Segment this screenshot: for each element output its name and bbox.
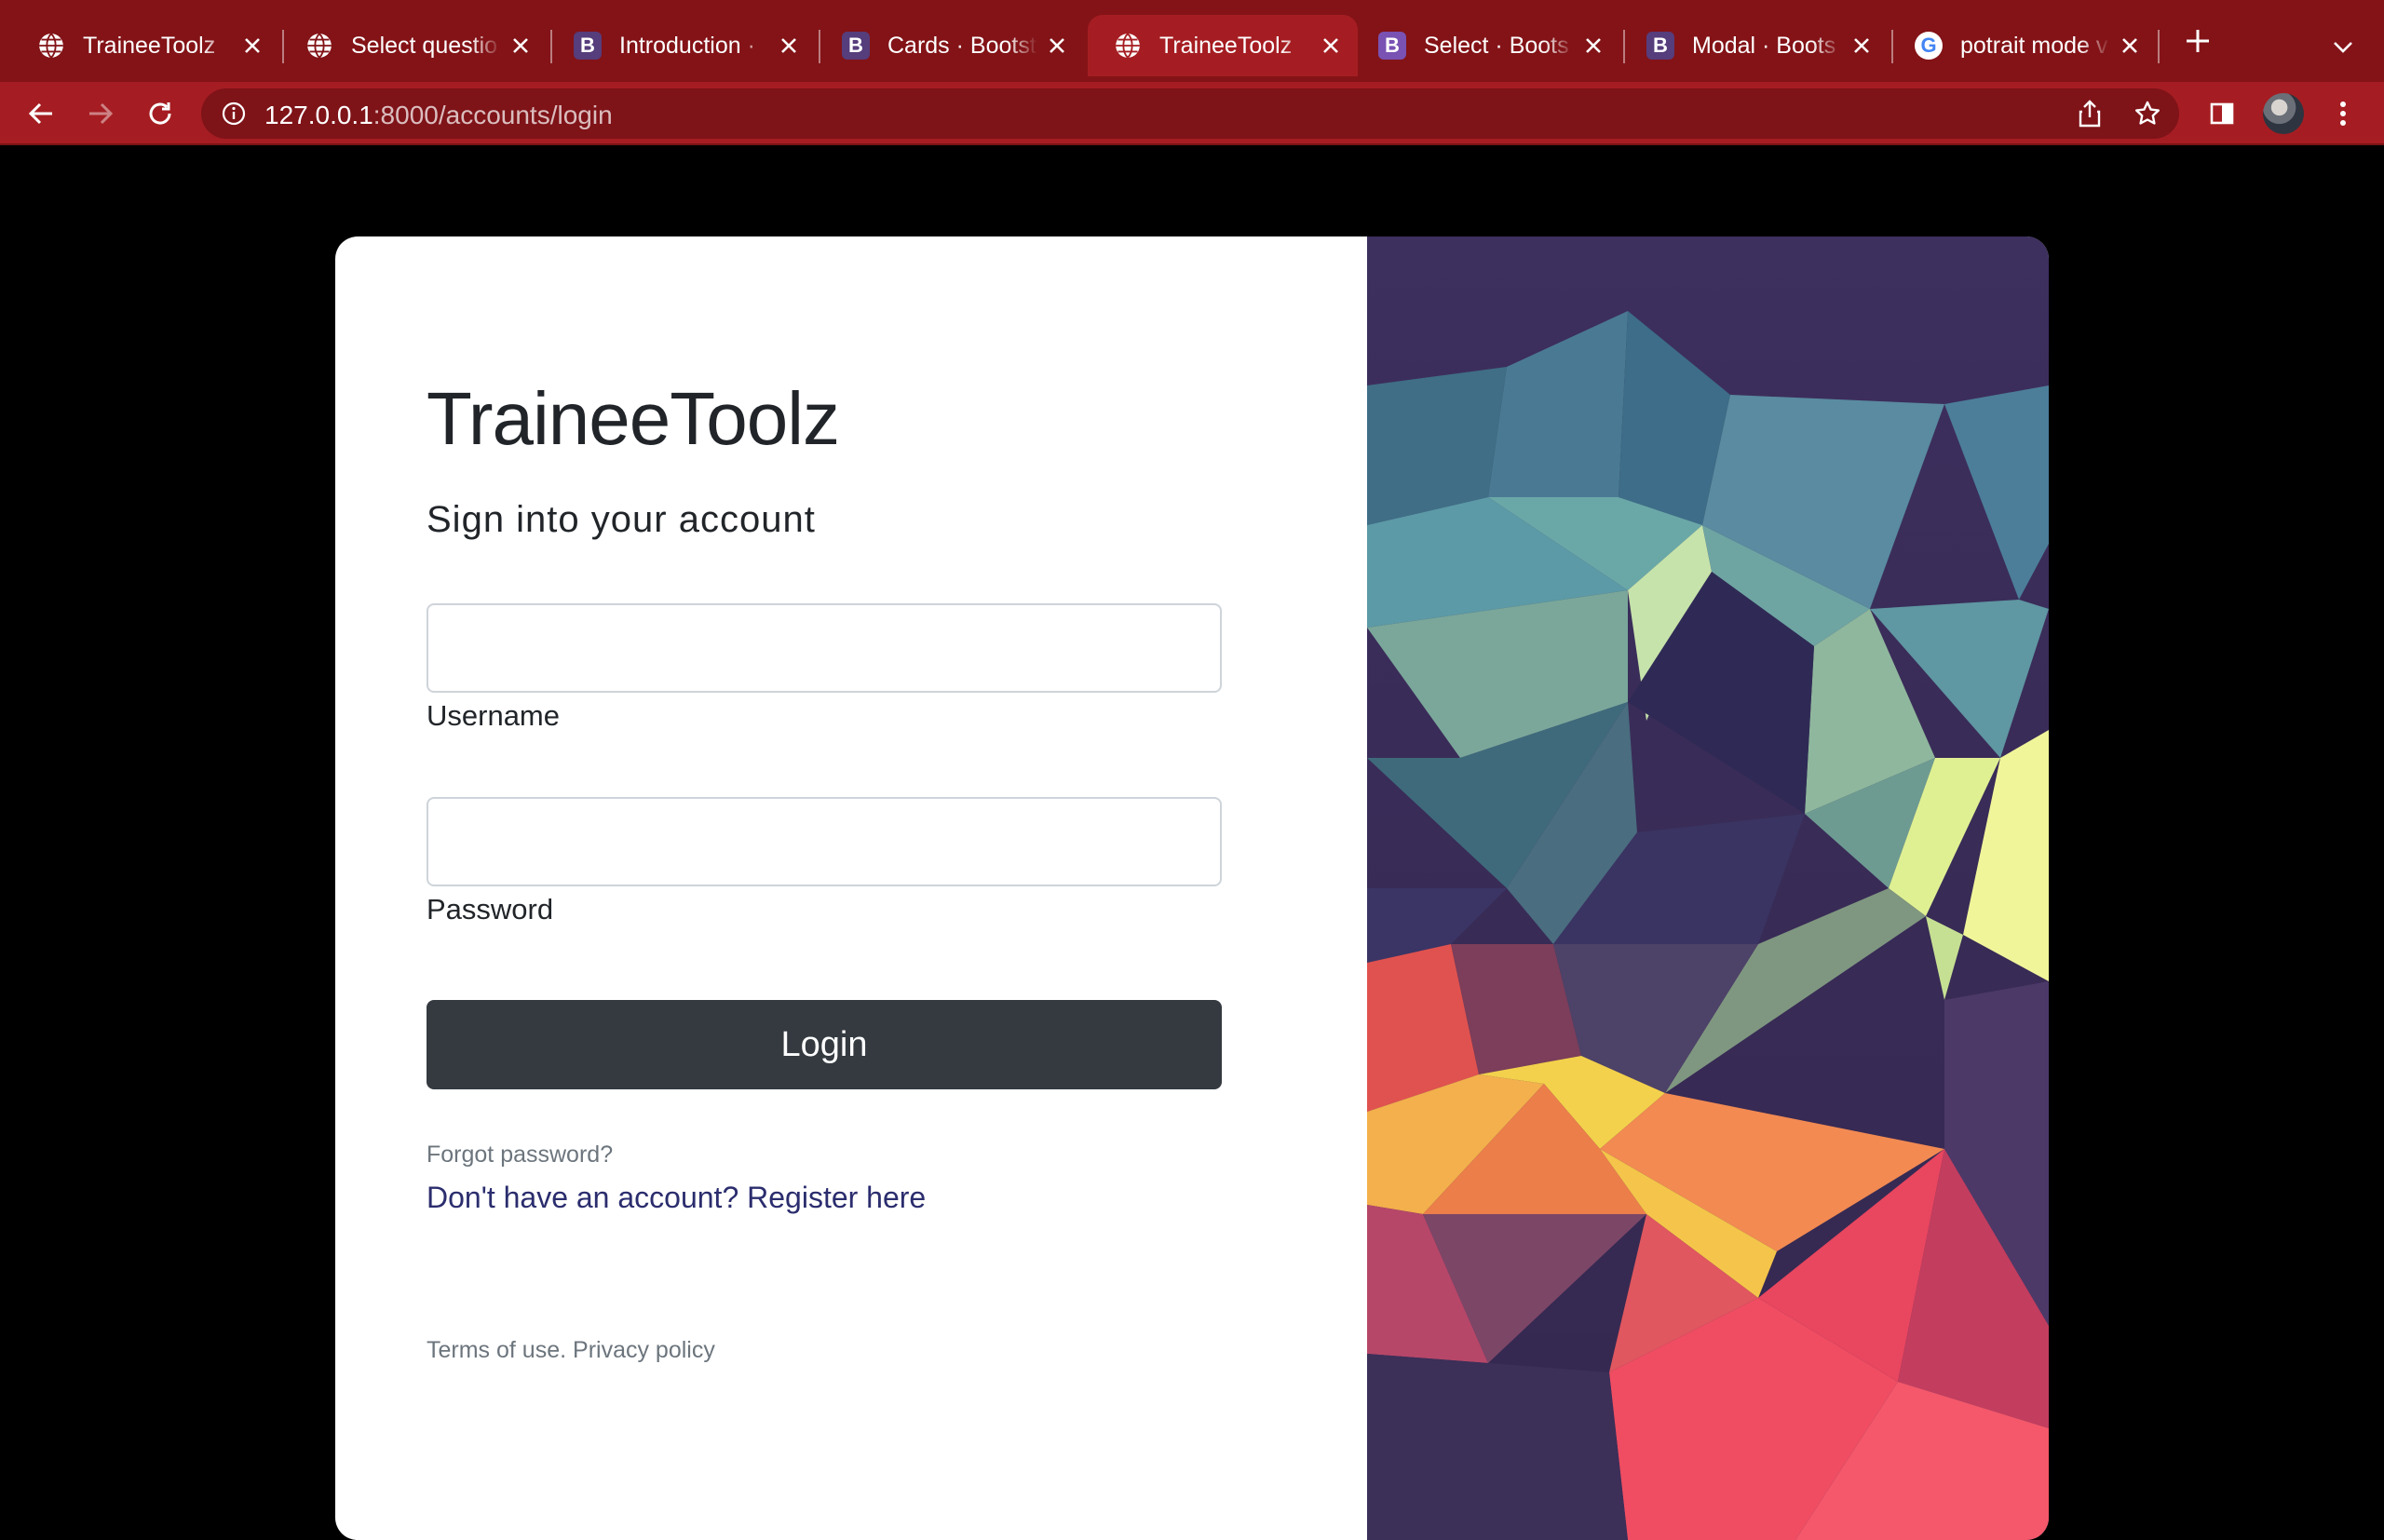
footer-links: Terms of use. Privacy policy [427, 1337, 715, 1364]
google-icon: G [1915, 32, 1943, 60]
close-icon[interactable] [507, 32, 535, 60]
tab-modal[interactable]: B Modal · Boots [1609, 15, 1889, 76]
forward-arrow-icon[interactable] [80, 93, 121, 134]
url-text: 127.0.0.1:8000/accounts/login [264, 101, 613, 130]
password-label: Password [427, 893, 554, 925]
site-info-icon[interactable] [220, 100, 248, 128]
bookmark-star-icon[interactable] [2131, 97, 2164, 130]
chevron-down-icon[interactable] [2324, 28, 2362, 65]
bootstrap-icon: B [842, 32, 870, 60]
forgot-password-link[interactable]: Forgot password? [427, 1141, 613, 1169]
globe-icon [1114, 32, 1142, 60]
terms-link[interactable]: Terms of use. [427, 1337, 566, 1363]
more-menu-icon[interactable] [2323, 93, 2364, 134]
login-form: TraineeToolz Sign into your account User… [335, 236, 1367, 1540]
side-panel-icon[interactable] [2201, 93, 2242, 134]
tab-select[interactable]: B Select · Boots [1341, 15, 1620, 76]
tab-title: TraineeToolz [83, 32, 216, 59]
tab-select-question[interactable]: Select questio [268, 15, 548, 76]
tab-traineetoolz-1[interactable]: TraineeToolz [0, 15, 279, 76]
tab-separator [2158, 30, 2160, 63]
new-tab-plus-icon[interactable] [2179, 22, 2216, 60]
tab-title: Select · Boots [1424, 32, 1569, 59]
close-icon[interactable] [238, 32, 266, 60]
close-icon[interactable] [2116, 32, 2144, 60]
share-icon[interactable] [2073, 97, 2106, 130]
tab-title: Cards · Bootst [887, 32, 1036, 59]
register-link[interactable]: Don't have an account? Register here [427, 1181, 926, 1215]
tab-introduction[interactable]: B Introduction · [536, 15, 816, 76]
url-host: 127.0.0.1 [264, 101, 373, 129]
password-input[interactable] [427, 797, 1222, 886]
browser-toolbar: 127.0.0.1:8000/accounts/login [0, 82, 2384, 145]
brand-title: TraineeToolz [427, 377, 840, 460]
profile-avatar[interactable] [2263, 93, 2304, 134]
bootstrap-icon: B [1378, 32, 1406, 60]
tab-title: Modal · Boots [1692, 32, 1836, 59]
low-poly-artwork [1367, 236, 2049, 1540]
page-subtitle: Sign into your account [427, 499, 816, 540]
globe-icon [305, 32, 333, 60]
tab-strip: TraineeToolz Select questio B Introducti… [0, 0, 2384, 82]
tab-title: Introduction · [619, 32, 755, 59]
tab-title: Select questio [351, 32, 498, 59]
bootstrap-icon: B [574, 32, 602, 60]
tab-traineetoolz-active[interactable]: TraineeToolz [1088, 15, 1358, 76]
bootstrap-icon: B [1646, 32, 1674, 60]
privacy-policy-link[interactable]: Privacy policy [573, 1337, 715, 1363]
tab-cards[interactable]: B Cards · Bootst [805, 15, 1084, 76]
login-button[interactable]: Login [427, 1000, 1222, 1089]
tab-potrait-mode[interactable]: G potrait mode v [1877, 15, 2157, 76]
reload-icon[interactable] [140, 93, 181, 134]
login-card: TraineeToolz Sign into your account User… [335, 236, 2049, 1540]
decorative-polygon-image [1367, 236, 2049, 1540]
globe-icon [37, 32, 65, 60]
page-viewport: TraineeToolz Sign into your account User… [0, 147, 2384, 1540]
url-path: :8000/accounts/login [372, 101, 613, 129]
tab-title: potrait mode v [1960, 32, 2108, 59]
close-icon[interactable] [1848, 32, 1876, 60]
username-input[interactable] [427, 603, 1222, 693]
username-label: Username [427, 699, 560, 732]
close-icon[interactable] [1579, 32, 1607, 60]
back-arrow-icon[interactable] [20, 93, 61, 134]
address-bar[interactable]: 127.0.0.1:8000/accounts/login [201, 88, 2179, 139]
close-icon[interactable] [1043, 32, 1071, 60]
tab-title: TraineeToolz [1159, 32, 1293, 59]
close-icon[interactable] [775, 32, 803, 60]
